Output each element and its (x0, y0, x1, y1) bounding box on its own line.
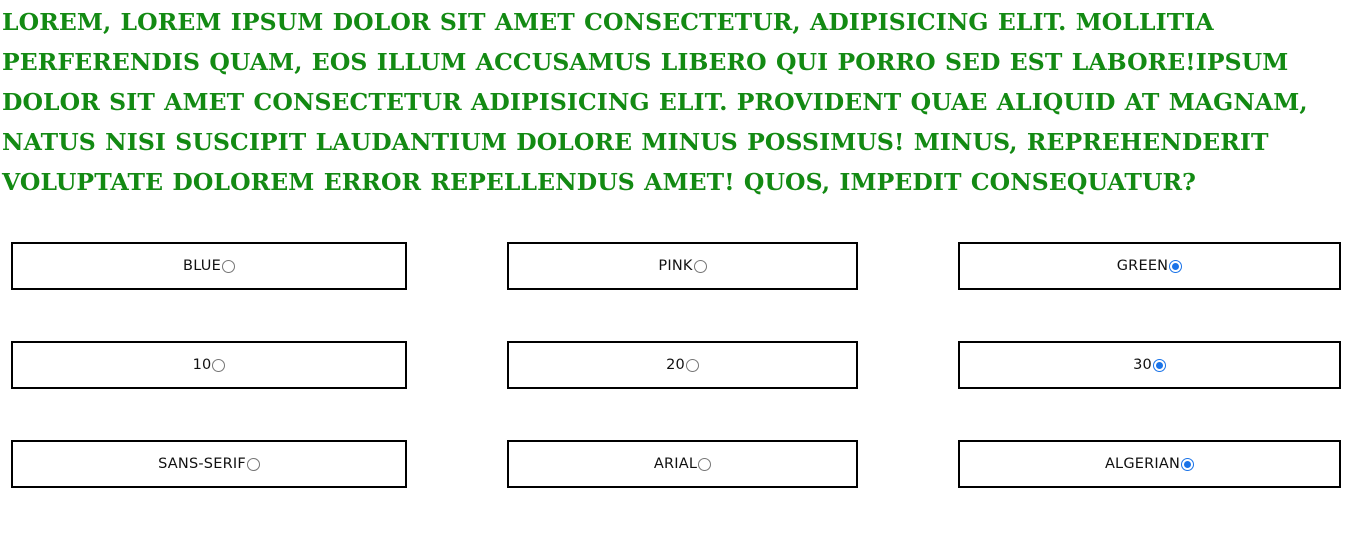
radio-color-pink[interactable] (693, 259, 707, 273)
option-label: GREEN (1116, 258, 1169, 274)
radio-size-20[interactable] (685, 358, 699, 372)
option-color-blue[interactable]: BLUE (11, 242, 407, 290)
option-label: ARIAL (653, 456, 698, 472)
option-label: 20 (666, 357, 685, 373)
option-label: BLUE (183, 258, 221, 274)
radio-font-arial[interactable] (698, 457, 712, 471)
option-color-pink[interactable]: PINK (507, 242, 858, 290)
option-font-algerian[interactable]: ALGERIAN (958, 440, 1341, 488)
option-font-arial[interactable]: ARIAL (507, 440, 858, 488)
option-size-30[interactable]: 30 (958, 341, 1341, 389)
radio-color-blue[interactable] (221, 259, 235, 273)
option-color-green[interactable]: GREEN (958, 242, 1341, 290)
radio-font-algerian[interactable] (1181, 457, 1195, 471)
option-label: SANS-SERIF (158, 456, 246, 472)
radio-color-green[interactable] (1169, 259, 1183, 273)
radio-size-30[interactable] (1152, 358, 1166, 372)
option-font-sans-serif[interactable]: SANS-SERIF (11, 440, 407, 488)
option-label: ALGERIAN (1104, 456, 1181, 472)
preview-text: Lorem, lorem ipsum dolor sit amet consec… (2, 8, 1308, 196)
option-size-20[interactable]: 20 (507, 341, 858, 389)
option-label: 30 (1133, 357, 1152, 373)
option-label: PINK (658, 258, 693, 274)
radio-size-10[interactable] (212, 358, 226, 372)
radio-font-sans-serif[interactable] (246, 457, 260, 471)
option-label: 10 (192, 357, 212, 373)
option-size-10[interactable]: 10 (11, 341, 407, 389)
